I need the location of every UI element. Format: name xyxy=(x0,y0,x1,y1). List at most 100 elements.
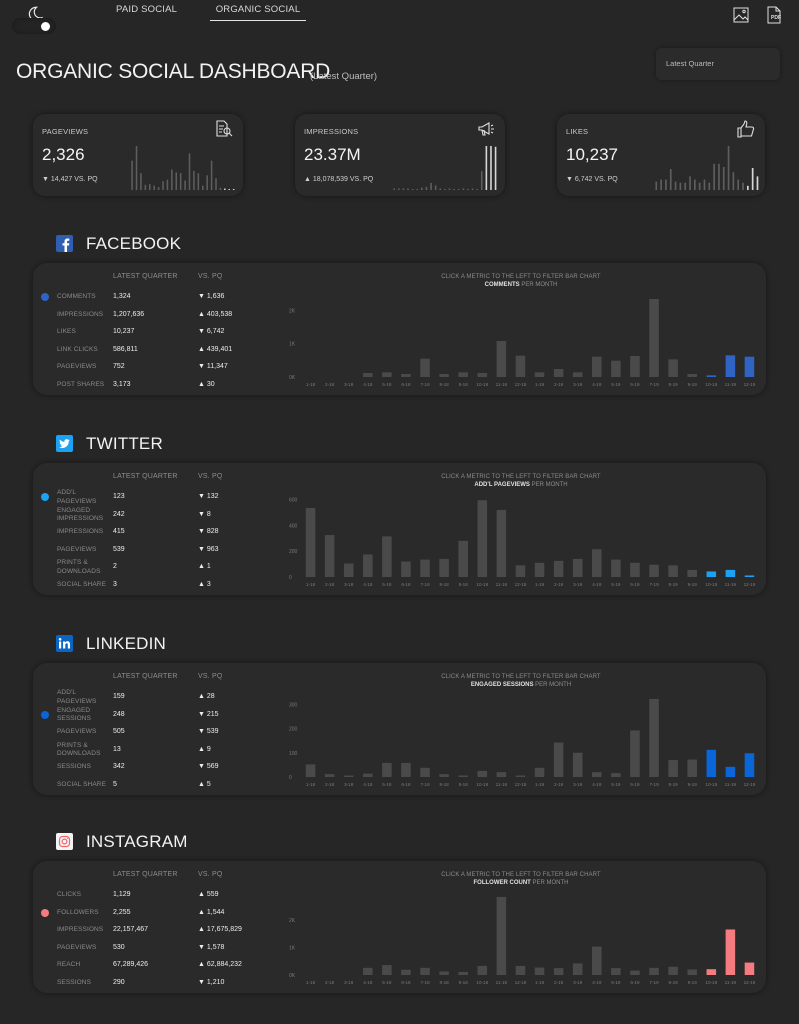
bar-4-19[interactable] xyxy=(592,946,602,975)
bar-12-18[interactable] xyxy=(515,565,526,577)
metric-row-impressions[interactable]: IMPRESSIONS 1,207,636 ▲ 403,538 xyxy=(33,307,273,324)
bar-8-18[interactable] xyxy=(439,971,449,975)
metric-row-prints-downloads[interactable]: PRINTS & DOWNLOADS 13 ▲ 9 xyxy=(33,742,273,759)
bar-10-18[interactable] xyxy=(477,965,488,975)
bar-1-18[interactable] xyxy=(305,507,316,577)
bar-8-19[interactable] xyxy=(668,760,678,777)
tab-organic-social[interactable]: ORGANIC SOCIAL xyxy=(210,4,306,21)
bar-2-19[interactable] xyxy=(553,369,564,377)
bar-5-19[interactable] xyxy=(611,773,621,777)
bar-6-19[interactable] xyxy=(630,562,640,577)
metric-row-pageviews[interactable]: PAGEVIEWS 539 ▼ 963 xyxy=(33,542,273,559)
metric-row-sessions[interactable]: SESSIONS 342 ▼ 569 xyxy=(33,759,273,776)
metric-row-pageviews[interactable]: PAGEVIEWS 530 ▼ 1,578 xyxy=(33,940,273,957)
metric-row-likes[interactable]: LIKES 10,237 ▼ 6,742 xyxy=(33,324,273,341)
metric-row-reach[interactable]: REACH 67,289,426 ▲ 62,884,232 xyxy=(33,957,273,974)
metric-row-clicks[interactable]: CLICKS 1,129 ▲ 559 xyxy=(33,887,273,904)
metric-row-impressions[interactable]: IMPRESSIONS 22,157,467 ▲ 17,675,829 xyxy=(33,922,273,939)
bar-1-19[interactable] xyxy=(534,967,545,975)
bar-8-19[interactable] xyxy=(668,565,678,577)
bar-5-19[interactable] xyxy=(611,559,621,577)
bar-8-18[interactable] xyxy=(439,374,449,377)
bar-7-19[interactable] xyxy=(649,967,659,975)
metric-row-link-clicks[interactable]: LINK CLICKS 586,811 ▲ 439,401 xyxy=(33,342,273,359)
metric-row-followers[interactable]: FOLLOWERS 2,255 ▲ 1,544 xyxy=(33,905,273,922)
bar-2-19[interactable] xyxy=(553,968,564,975)
bar-10-18[interactable] xyxy=(477,373,488,377)
bar-3-18[interactable] xyxy=(343,775,354,778)
metric-row-post-shares[interactable]: POST SHARES 3,173 ▲ 30 xyxy=(33,377,273,394)
bar-11-19[interactable] xyxy=(725,766,736,777)
bar-3-18[interactable] xyxy=(343,563,354,577)
bar-8-18[interactable] xyxy=(439,774,449,777)
bar-6-18[interactable] xyxy=(401,969,411,975)
bar-4-18[interactable] xyxy=(363,773,373,777)
bar-7-19[interactable] xyxy=(649,564,659,577)
bar-11-19[interactable] xyxy=(725,929,736,975)
bar-2-18[interactable] xyxy=(324,535,335,577)
bar-5-18[interactable] xyxy=(382,762,392,777)
bar-5-19[interactable] xyxy=(611,360,621,377)
bar-1-19[interactable] xyxy=(534,372,545,377)
bar-7-19[interactable] xyxy=(649,698,659,777)
bar-6-18[interactable] xyxy=(401,762,411,777)
bar-9-19[interactable] xyxy=(687,759,697,777)
bar-4-18[interactable] xyxy=(363,373,373,377)
bar-3-19[interactable] xyxy=(572,558,583,577)
bar-11-18[interactable] xyxy=(496,772,507,777)
metric-row-comments[interactable]: COMMENTS 1,324 ▼ 1,636 xyxy=(33,289,273,306)
bar-12-18[interactable] xyxy=(515,965,526,975)
bar-9-18[interactable] xyxy=(458,971,468,975)
metric-row-pageviews[interactable]: PAGEVIEWS 505 ▼ 539 xyxy=(33,724,273,741)
bar-4-19[interactable] xyxy=(592,549,602,577)
bar-12-18[interactable] xyxy=(515,775,526,778)
metric-row-sessions[interactable]: SESSIONS 290 ▼ 1,210 xyxy=(33,975,273,992)
bar-12-19[interactable] xyxy=(744,962,755,975)
bar-3-19[interactable] xyxy=(572,752,583,777)
bar-7-18[interactable] xyxy=(420,358,430,377)
bar-10-18[interactable] xyxy=(477,770,488,777)
bar-11-18[interactable] xyxy=(496,509,507,577)
tab-paid-social[interactable]: PAID SOCIAL xyxy=(116,4,177,20)
bar-8-18[interactable] xyxy=(439,558,449,577)
bar-5-19[interactable] xyxy=(611,968,621,975)
image-export-icon[interactable] xyxy=(733,7,749,23)
bar-1-19[interactable] xyxy=(534,767,545,777)
metric-row-pageviews[interactable]: PAGEVIEWS 752 ▼ 11,347 xyxy=(33,359,273,376)
bar-8-19[interactable] xyxy=(668,966,678,975)
metric-row-prints-downloads[interactable]: PRINTS & DOWNLOADS 2 ▲ 1 xyxy=(33,559,273,576)
bar-12-19[interactable] xyxy=(744,753,755,777)
bar-10-19[interactable] xyxy=(706,571,717,577)
bar-3-19[interactable] xyxy=(572,372,583,377)
bar-10-18[interactable] xyxy=(477,500,488,577)
bar-9-18[interactable] xyxy=(458,372,468,377)
bar-12-19[interactable] xyxy=(744,356,755,377)
bar-2-19[interactable] xyxy=(553,742,564,777)
bar-7-19[interactable] xyxy=(649,299,659,377)
metric-row-engaged-sessions[interactable]: ENGAGED SESSIONS 248 ▼ 215 xyxy=(33,707,273,724)
metric-row-social-share[interactable]: SOCIAL SHARE 5 ▲ 5 xyxy=(33,777,273,794)
bar-4-19[interactable] xyxy=(592,772,602,777)
metric-row-add-l-pageviews[interactable]: ADD'L PAGEVIEWS 159 ▲ 28 xyxy=(33,689,273,706)
bar-9-19[interactable] xyxy=(687,374,697,377)
bar-5-18[interactable] xyxy=(382,536,392,577)
bar-4-19[interactable] xyxy=(592,356,602,377)
bar-9-18[interactable] xyxy=(458,540,468,577)
bar-6-19[interactable] xyxy=(630,730,640,777)
bar-3-19[interactable] xyxy=(572,963,583,975)
bar-5-18[interactable] xyxy=(382,372,392,377)
bar-11-18[interactable] xyxy=(496,896,507,975)
bar-7-18[interactable] xyxy=(420,767,430,777)
bar-2-19[interactable] xyxy=(553,560,564,577)
bar-6-18[interactable] xyxy=(401,561,411,577)
bar-7-18[interactable] xyxy=(420,967,430,975)
bar-10-19[interactable] xyxy=(706,749,717,777)
metric-row-social-share[interactable]: SOCIAL SHARE 3 ▲ 3 xyxy=(33,577,273,594)
bar-6-18[interactable] xyxy=(401,374,411,377)
bar-9-19[interactable] xyxy=(687,569,697,577)
bar-6-19[interactable] xyxy=(630,356,640,377)
bar-4-18[interactable] xyxy=(363,554,373,577)
bar-11-19[interactable] xyxy=(725,569,736,577)
metric-row-add-l-pageviews[interactable]: ADD'L PAGEVIEWS 123 ▼ 132 xyxy=(33,489,273,506)
bar-4-18[interactable] xyxy=(363,967,373,975)
